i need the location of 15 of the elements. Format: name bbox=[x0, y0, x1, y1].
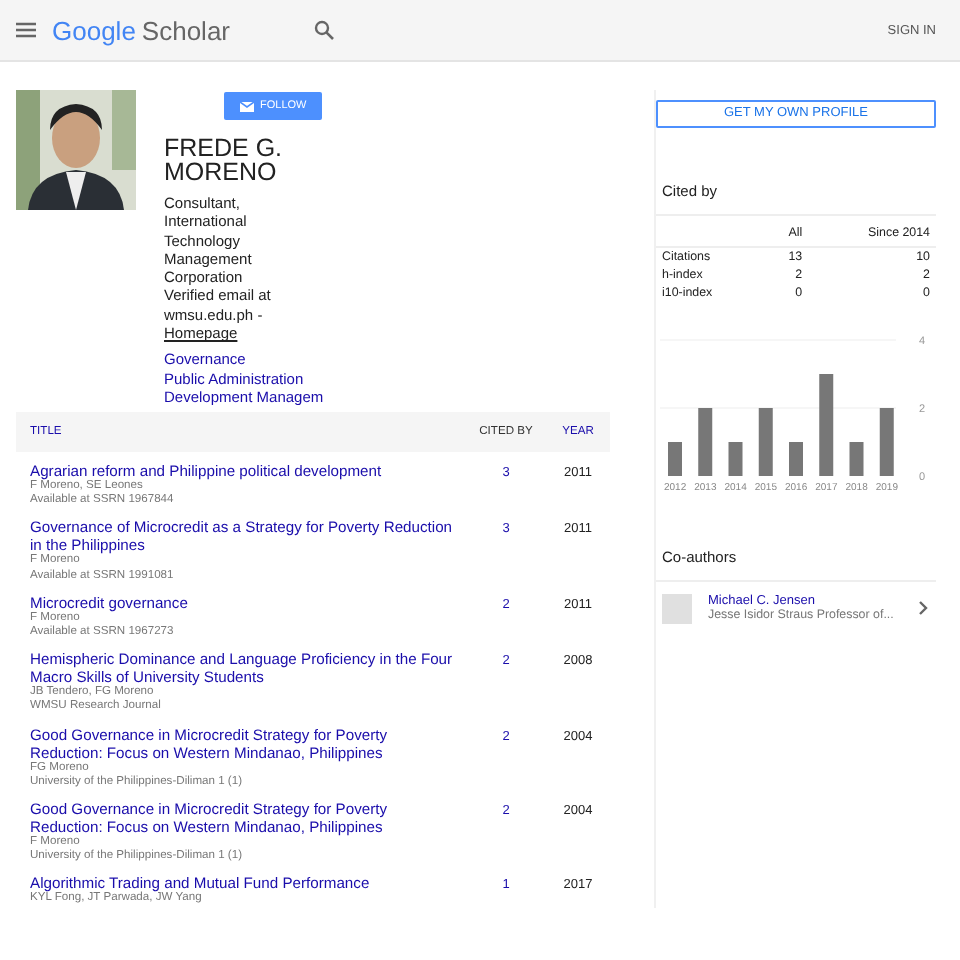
chart-bar bbox=[758, 407, 773, 475]
mail-icon bbox=[240, 101, 254, 111]
menu-icon[interactable] bbox=[16, 22, 36, 38]
chart-bar bbox=[789, 441, 803, 475]
profile-name: FREDE G. MORENO bbox=[164, 136, 285, 184]
chart-bar bbox=[879, 407, 894, 475]
logo-text[interactable]: Scholar bbox=[141, 15, 230, 45]
chart-bar bbox=[698, 407, 713, 475]
avatar-icon bbox=[662, 593, 692, 623]
search-icon[interactable] bbox=[314, 20, 334, 40]
chevron-right-icon[interactable] bbox=[918, 600, 930, 616]
chart-bar bbox=[819, 373, 834, 475]
chart-bar bbox=[668, 441, 682, 475]
chart-bar bbox=[849, 441, 864, 475]
chart-bar bbox=[728, 441, 743, 475]
